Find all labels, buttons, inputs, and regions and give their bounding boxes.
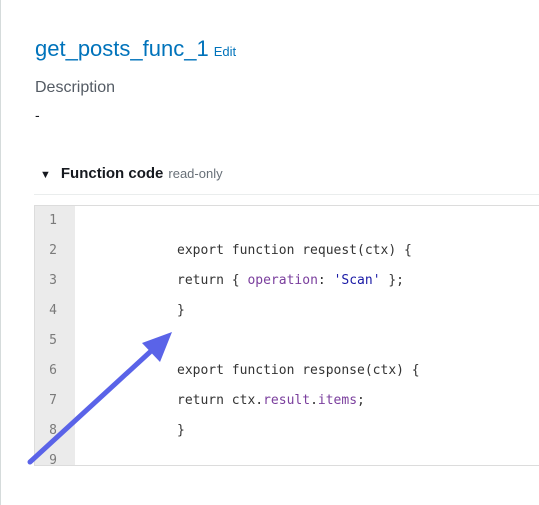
function-name: get_posts_func_1	[35, 36, 209, 61]
line-number: 5	[49, 333, 57, 348]
description-value: -	[35, 107, 40, 123]
code-line: 9	[35, 446, 539, 466]
line-number: 8	[49, 423, 57, 438]
code-line: 5	[35, 326, 539, 356]
line-number: 7	[49, 393, 57, 408]
code-text: }	[177, 303, 185, 318]
function-header: get_posts_func_1 Edit	[35, 36, 236, 62]
line-number: 1	[49, 213, 57, 228]
section-title: Function code	[60, 165, 164, 182]
code-text: export function request(ctx) {	[177, 243, 412, 258]
code-line: 6 export function response(ctx) {	[35, 356, 539, 386]
code-text: return ctx.result.items;	[177, 393, 365, 408]
description-label: Description	[35, 79, 116, 96]
line-number: 4	[49, 303, 57, 318]
caret-down-icon: ▼	[40, 169, 51, 181]
line-number: 2	[49, 243, 57, 258]
code-line: 4 }	[35, 296, 539, 326]
code-line: 7 return ctx.result.items;	[35, 386, 539, 416]
code-editor[interactable]: 1 2 export function request(ctx) { 3 ret…	[34, 205, 539, 466]
code-line: 2 export function request(ctx) {	[35, 236, 539, 266]
code-line: 3 return { operation: 'Scan' };	[35, 266, 539, 296]
function-code-toggle[interactable]: ▼ Function code read-only	[40, 164, 223, 185]
code-line: 8 }	[35, 416, 539, 446]
code-text: return { operation: 'Scan' };	[177, 273, 405, 288]
panel-left-border	[0, 0, 1, 505]
line-number: 3	[49, 273, 57, 288]
edit-link[interactable]: Edit	[214, 44, 236, 59]
read-only-note: read-only	[168, 166, 223, 181]
line-number: 6	[49, 363, 57, 378]
code-line: 1	[35, 206, 539, 236]
section-divider	[34, 194, 539, 195]
code-text: }	[177, 423, 185, 438]
line-number: 9	[49, 453, 57, 466]
code-text: export function response(ctx) {	[177, 363, 420, 378]
